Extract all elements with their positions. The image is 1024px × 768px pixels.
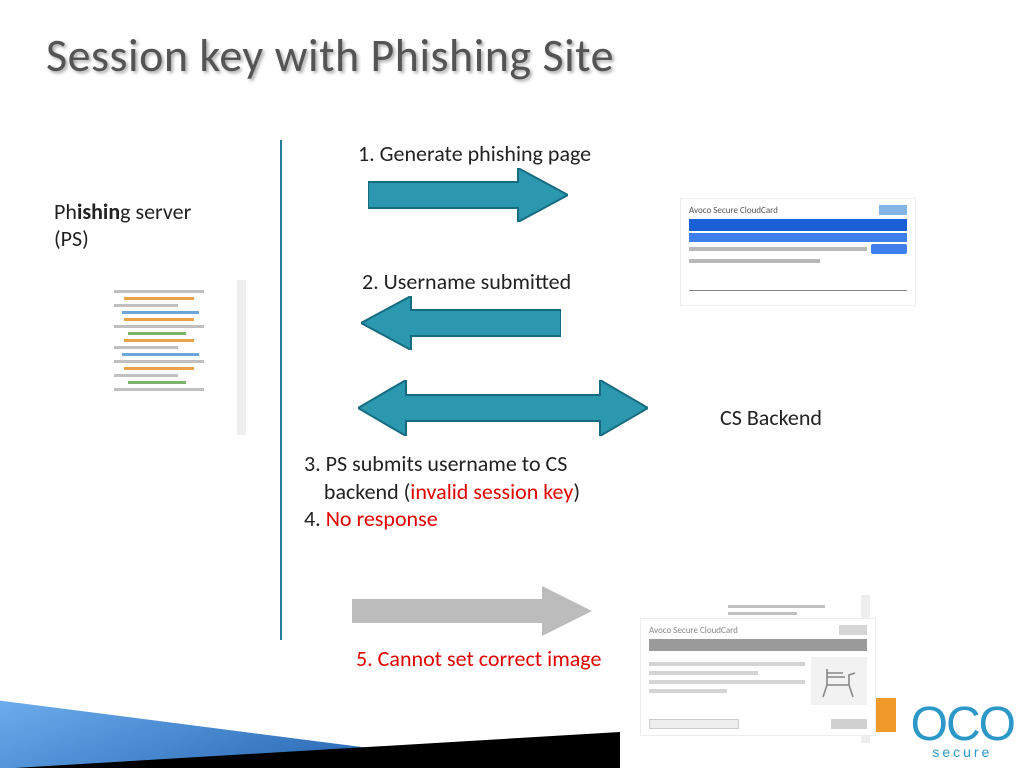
oco-secure-logo: OCO secure bbox=[911, 705, 1014, 760]
slide: Session key with Phishing Site Phishing … bbox=[0, 0, 1024, 768]
decorative-wedge bbox=[0, 680, 680, 768]
step-2-label: 2. Username submitted bbox=[362, 268, 571, 296]
step-4-num: 4. bbox=[304, 505, 326, 532]
ps-bold: ishin bbox=[77, 198, 120, 225]
thumb2-button-icon bbox=[831, 719, 867, 729]
step-3-post: ) bbox=[573, 478, 580, 505]
logo-big: OCO bbox=[911, 705, 1014, 746]
step-5-label: 5. Cannot set correct image bbox=[356, 645, 636, 673]
arrow-right-1-icon bbox=[368, 168, 568, 222]
thumb-title: Avoco Secure CloudCard bbox=[689, 205, 778, 216]
ps-pre: Ph bbox=[54, 198, 77, 225]
thumb2-title: Avoco Secure CloudCard bbox=[649, 625, 738, 636]
step-3-red: invalid session key bbox=[410, 478, 573, 505]
chair-image-icon bbox=[811, 657, 867, 705]
step-4-red: No response bbox=[326, 505, 438, 532]
vertical-divider bbox=[280, 140, 282, 640]
step-1-label: 1. Generate phishing page bbox=[358, 140, 591, 168]
cloudcard-page-thumbnail: Avoco Secure CloudCard bbox=[680, 198, 916, 306]
thumb-button-icon bbox=[871, 244, 907, 254]
arrow-left-2-icon bbox=[361, 296, 561, 350]
cs-backend-label: CS Backend bbox=[720, 404, 822, 431]
thumb-logo-icon bbox=[879, 205, 907, 215]
arrow-double-3-icon bbox=[358, 380, 648, 436]
thumb2-logo-icon bbox=[839, 625, 867, 635]
phishing-server-label: Phishing server (PS) bbox=[54, 198, 191, 252]
slide-title: Session key with Phishing Site bbox=[46, 28, 614, 84]
step-3-4-label: 3. PS submits username to CS backend (in… bbox=[304, 450, 664, 533]
arrow-right-5-icon bbox=[352, 586, 592, 636]
ps-code-thumbnail bbox=[106, 280, 246, 435]
